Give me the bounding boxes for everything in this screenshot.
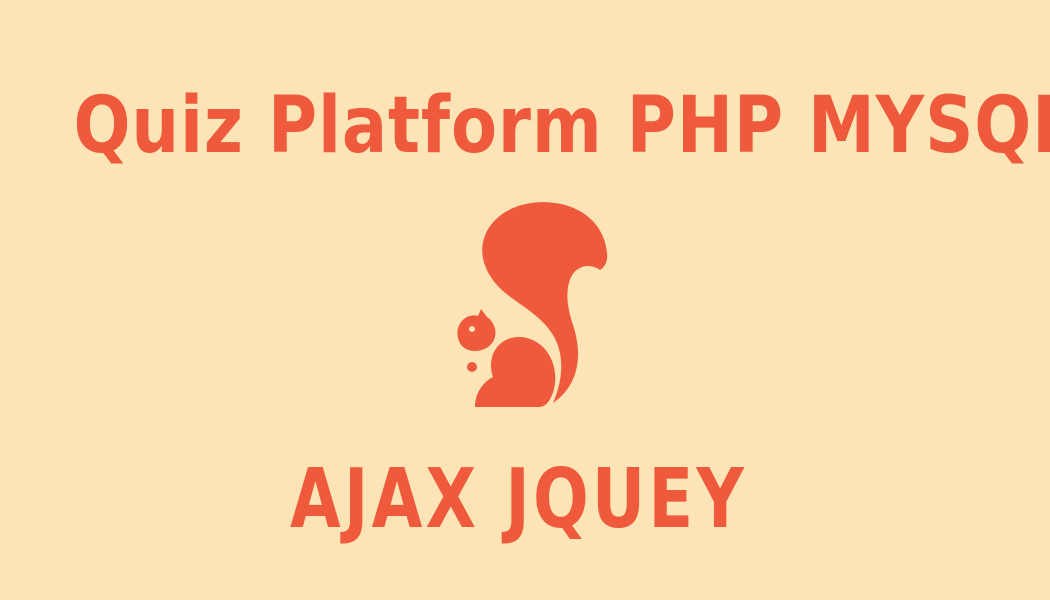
squirrel-paw — [467, 362, 477, 372]
banner-subtitle: AJAX JQUEY — [290, 452, 748, 547]
squirrel-head — [457, 309, 496, 351]
squirrel-eye — [469, 326, 475, 332]
squirrel-icon — [457, 202, 608, 407]
banner-canvas: Quiz Platform PHP MYSQL AJAX JQUEY — [0, 0, 1050, 600]
banner-title: Quiz Platform PHP MYSQL — [73, 81, 1050, 171]
